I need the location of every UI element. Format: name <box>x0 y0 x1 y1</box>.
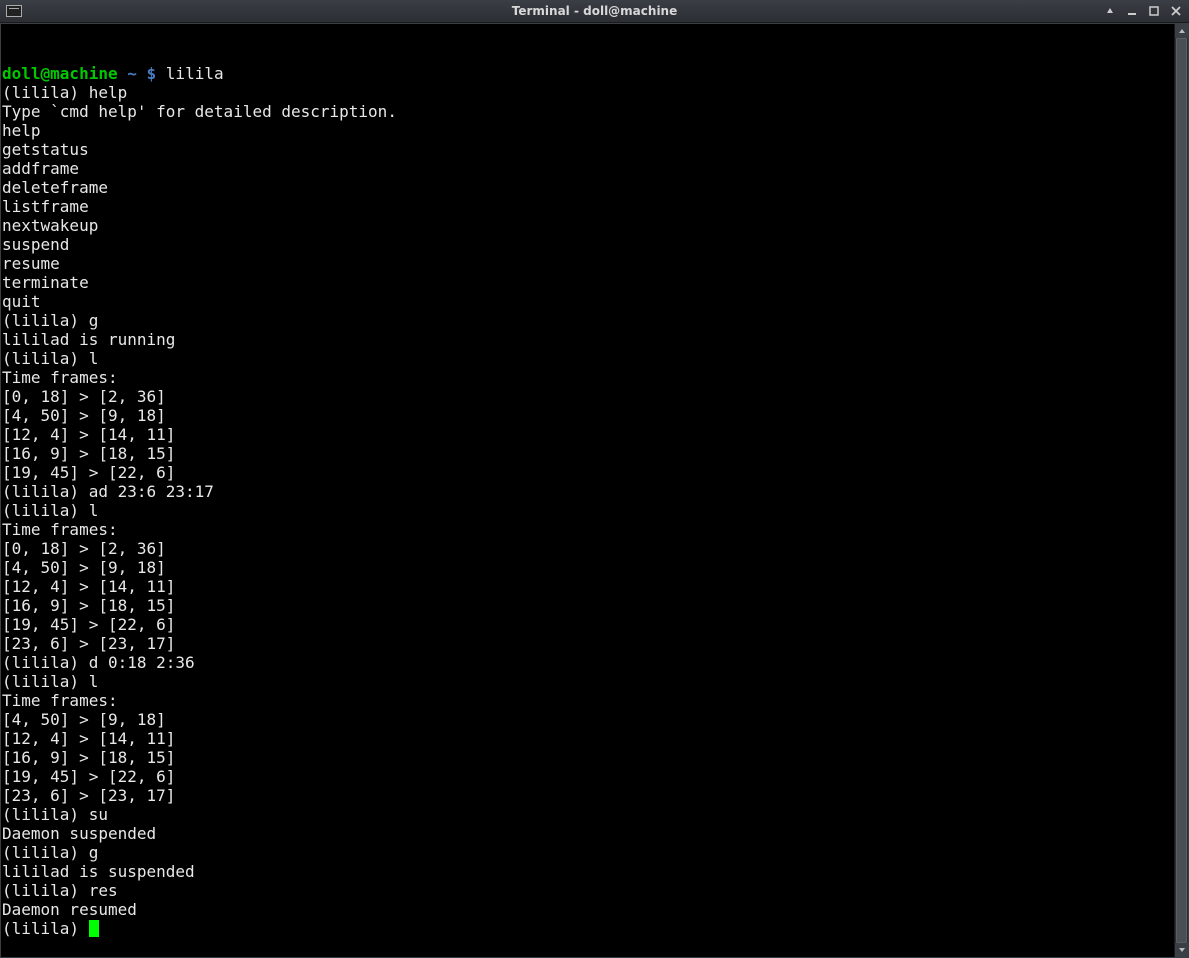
window-controls <box>1101 3 1189 19</box>
output-line: [12, 4] > [14, 11] <box>2 577 1174 596</box>
minimize-button[interactable] <box>1123 3 1141 19</box>
output-line: listframe <box>2 197 1174 216</box>
output-line: [4, 50] > [9, 18] <box>2 558 1174 577</box>
output-line: suspend <box>2 235 1174 254</box>
current-prompt-line: (lilila) <box>2 919 1174 938</box>
scroll-up-arrow-icon[interactable] <box>1175 24 1188 38</box>
prompt-userhost: doll@machine <box>2 64 118 83</box>
output-line: [16, 9] > [18, 15] <box>2 596 1174 615</box>
output-line: Type `cmd help' for detailed description… <box>2 102 1174 121</box>
output-line: Daemon suspended <box>2 824 1174 843</box>
output-line: (lilila) d 0:18 2:36 <box>2 653 1174 672</box>
output-line: [0, 18] > [2, 36] <box>2 539 1174 558</box>
close-button[interactable] <box>1167 3 1185 19</box>
output-line: [23, 6] > [23, 17] <box>2 786 1174 805</box>
vertical-scrollbar[interactable] <box>1174 24 1188 957</box>
output-line: [4, 50] > [9, 18] <box>2 710 1174 729</box>
output-line: (lilila) g <box>2 311 1174 330</box>
output-line: quit <box>2 292 1174 311</box>
output-line: Time frames: <box>2 691 1174 710</box>
output-line: (lilila) l <box>2 672 1174 691</box>
scroll-down-arrow-icon[interactable] <box>1175 943 1188 957</box>
output-line: [0, 18] > [2, 36] <box>2 387 1174 406</box>
output-line: [23, 6] > [23, 17] <box>2 634 1174 653</box>
output-line: help <box>2 121 1174 140</box>
output-line: [19, 45] > [22, 6] <box>2 767 1174 786</box>
output-line: Time frames: <box>2 368 1174 387</box>
output-line: Daemon resumed <box>2 900 1174 919</box>
output-line: [4, 50] > [9, 18] <box>2 406 1174 425</box>
output-line: (lilila) g <box>2 843 1174 862</box>
output-line: [16, 9] > [18, 15] <box>2 748 1174 767</box>
output-line: (lilila) l <box>2 349 1174 368</box>
terminal-cursor <box>89 920 99 937</box>
terminal-frame: doll@machine ~ $ lilila(lilila) helpType… <box>0 23 1189 958</box>
output-line: nextwakeup <box>2 216 1174 235</box>
entered-command: lilila <box>166 64 224 83</box>
output-line: [12, 4] > [14, 11] <box>2 729 1174 748</box>
output-line: (lilila) l <box>2 501 1174 520</box>
output-line: (lilila) help <box>2 83 1174 102</box>
output-line: (lilila) res <box>2 881 1174 900</box>
output-line: deleteframe <box>2 178 1174 197</box>
output-line: (lilila) ad 23:6 23:17 <box>2 482 1174 501</box>
output-line: lililad is running <box>2 330 1174 349</box>
maximize-button[interactable] <box>1145 3 1163 19</box>
output-line: resume <box>2 254 1174 273</box>
prompt-symbol: $ <box>147 64 157 83</box>
dropdown-arrow-icon[interactable] <box>1101 3 1119 19</box>
window-title: Terminal - doll@machine <box>0 4 1189 18</box>
terminal-app-icon <box>6 5 22 17</box>
output-line: addframe <box>2 159 1174 178</box>
output-line: [16, 9] > [18, 15] <box>2 444 1174 463</box>
output-line: lililad is suspended <box>2 862 1174 881</box>
window-titlebar: Terminal - doll@machine <box>0 0 1189 23</box>
output-line: [19, 45] > [22, 6] <box>2 615 1174 634</box>
prompt-path: ~ <box>127 64 137 83</box>
current-prompt-text: (lilila) <box>2 919 89 938</box>
scroll-thumb[interactable] <box>1176 38 1187 943</box>
terminal-viewport[interactable]: doll@machine ~ $ lilila(lilila) helpType… <box>1 24 1174 957</box>
prompt-line: doll@machine ~ $ lilila <box>2 64 1174 83</box>
output-line: (lilila) su <box>2 805 1174 824</box>
output-line: [12, 4] > [14, 11] <box>2 425 1174 444</box>
output-line: [19, 45] > [22, 6] <box>2 463 1174 482</box>
output-line: terminate <box>2 273 1174 292</box>
output-line: getstatus <box>2 140 1174 159</box>
output-line: Time frames: <box>2 520 1174 539</box>
